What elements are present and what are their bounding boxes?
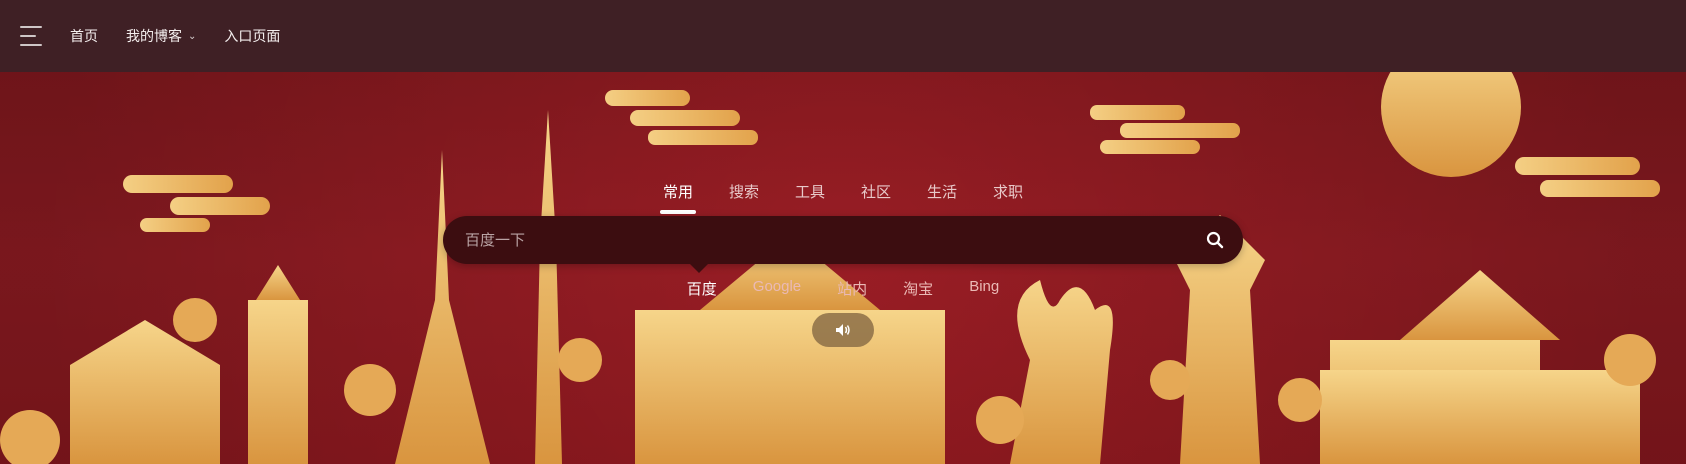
engine-bing[interactable]: Bing xyxy=(951,278,1017,299)
search-category-tabs: 常用 搜索 工具 社区 生活 求职 xyxy=(0,181,1686,202)
building-lighthouse xyxy=(248,300,308,464)
top-nav-bar: 首页 我的博客 ⌄ 入口页面 xyxy=(0,0,1686,72)
search-engine-options: 百度 Google 站内 淘宝 Bing xyxy=(0,278,1686,299)
tab-tools[interactable]: 工具 xyxy=(777,181,843,202)
building-lotus xyxy=(1010,280,1113,464)
nav-item-label: 首页 xyxy=(70,28,98,44)
nav-item-entry-page[interactable]: 入口页面 xyxy=(224,26,280,46)
cloud-top-right xyxy=(1090,105,1240,154)
nav-item-home[interactable]: 首页 xyxy=(70,26,98,46)
hamburger-menu-icon[interactable] xyxy=(20,26,44,46)
tab-community[interactable]: 社区 xyxy=(843,181,909,202)
engine-google[interactable]: Google xyxy=(735,278,819,299)
tab-life[interactable]: 生活 xyxy=(909,181,975,202)
tab-search[interactable]: 搜索 xyxy=(711,181,777,202)
engine-pointer-arrow xyxy=(690,264,708,273)
search-icon[interactable] xyxy=(1195,220,1235,260)
nav-item-label: 我的博客 xyxy=(126,28,182,44)
building-central-facade xyxy=(635,310,945,464)
search-input[interactable] xyxy=(443,230,1195,250)
engine-site[interactable]: 站内 xyxy=(819,278,885,299)
engine-taobao[interactable]: 淘宝 xyxy=(885,278,951,299)
chevron-down-icon: ⌄ xyxy=(188,30,197,42)
nav-item-my-blog[interactable]: 我的博客 ⌄ xyxy=(126,26,196,46)
sound-toggle-button[interactable] xyxy=(812,313,874,347)
engine-baidu[interactable]: 百度 xyxy=(669,278,735,299)
tab-common[interactable]: 常用 xyxy=(645,181,711,202)
search-bar xyxy=(443,216,1243,264)
speaker-icon xyxy=(836,324,850,336)
tab-jobs[interactable]: 求职 xyxy=(975,181,1041,202)
nav-item-label: 入口页面 xyxy=(224,28,281,44)
cloud-top-center xyxy=(605,90,758,145)
